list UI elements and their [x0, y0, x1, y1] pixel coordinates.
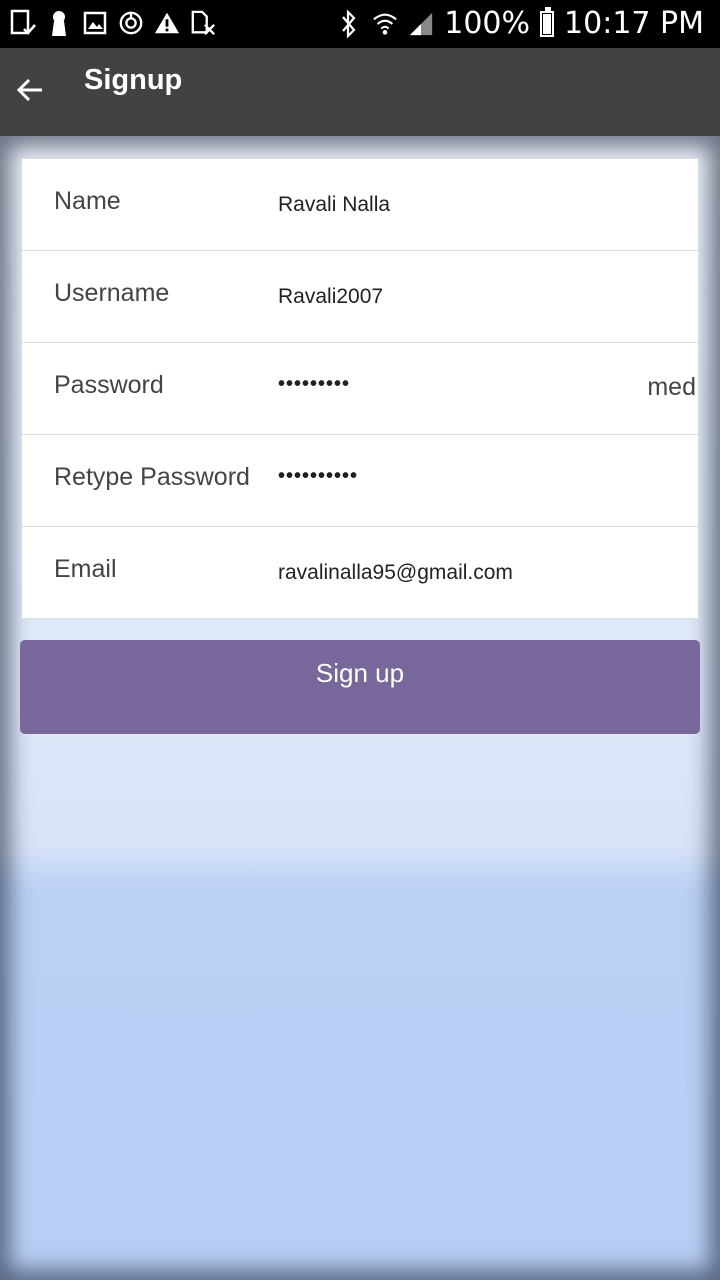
wifi-icon: [372, 9, 398, 39]
back-button[interactable]: [8, 68, 52, 112]
email-label: Email: [54, 555, 117, 583]
battery-percent: 100%: [444, 6, 531, 41]
system-status: 100% 10:17 PM: [336, 6, 704, 41]
warning-icon: [154, 8, 180, 38]
name-label: Name: [54, 187, 121, 215]
bluetooth-icon: [336, 8, 362, 39]
username-row: Username: [22, 251, 698, 343]
app-bar: Signup: [0, 48, 720, 136]
username-field[interactable]: [278, 285, 678, 309]
tablet-check-icon: [10, 8, 36, 38]
signup-form: Name Username Password ••••••••• med Ret…: [22, 158, 698, 619]
email-field[interactable]: [278, 561, 678, 585]
notification-icons: [10, 8, 216, 38]
signup-button[interactable]: Sign up: [20, 640, 700, 734]
name-row: Name: [22, 158, 698, 251]
password-field[interactable]: •••••••••: [278, 373, 678, 396]
name-field[interactable]: [278, 193, 678, 217]
keyhole-icon: [46, 8, 72, 38]
arrow-left-icon: [16, 78, 42, 102]
no-sim-icon: [190, 8, 216, 38]
timer-icon: [118, 8, 144, 38]
retype-password-row: Retype Password ••••••••••: [22, 435, 698, 527]
status-bar: 100% 10:17 PM: [0, 0, 720, 48]
password-label: Password: [54, 371, 164, 399]
battery-icon: [540, 6, 555, 37]
clock: 10:17 PM: [564, 6, 704, 41]
username-label: Username: [54, 279, 170, 307]
content-area: Name Username Password ••••••••• med Ret…: [0, 136, 720, 1280]
retype-password-field[interactable]: ••••••••••: [278, 465, 678, 488]
retype-password-label: Retype Password: [54, 463, 250, 491]
page-title: Signup: [84, 64, 183, 96]
email-row: Email: [22, 527, 698, 619]
image-icon: [82, 8, 108, 38]
password-strength: med: [647, 373, 696, 401]
password-row: Password ••••••••• med: [22, 343, 698, 435]
signal-icon: [408, 9, 434, 39]
